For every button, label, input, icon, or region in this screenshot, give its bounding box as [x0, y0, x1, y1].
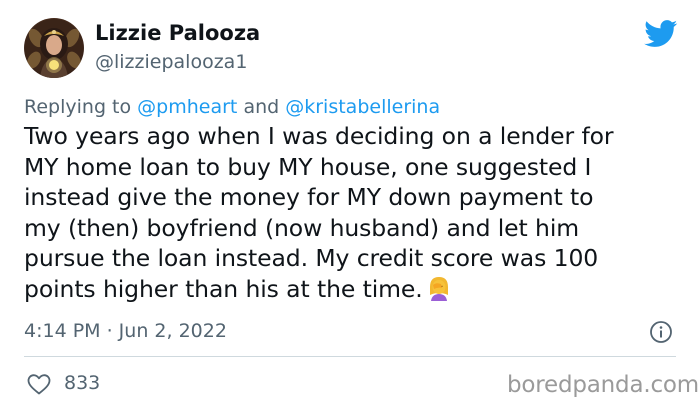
tweet-text-last-line: points higher than his at the time.	[24, 274, 684, 305]
display-name[interactable]: Lizzie Palooza	[95, 21, 260, 45]
profile-avatar-icon	[25, 19, 83, 78]
tweet-text-line: points higher than his at the time.	[24, 274, 423, 303]
tweet-text-line: instead give the money for MY down payme…	[24, 183, 594, 211]
tweet-timestamp[interactable]: 4:14 PM · Jun 2, 2022	[24, 320, 227, 342]
avatar[interactable]	[24, 18, 84, 78]
watermark-boredpanda: boredpanda.com	[507, 372, 699, 398]
tweet-text-line: my (then) boyfriend (now husband) and le…	[24, 213, 580, 242]
info-icon[interactable]	[649, 320, 673, 344]
heart-icon[interactable]	[26, 372, 52, 396]
reply-context: Replying to @pmheart and @kristabellerin…	[24, 96, 440, 118]
divider	[24, 356, 676, 357]
reply-prefix: Replying to	[24, 96, 132, 118]
user-handle[interactable]: @lizziepalooza1	[95, 51, 247, 73]
tweet-text-line: MY home loan to buy MY house, one sugges…	[24, 152, 592, 181]
tweet-card: Lizzie Palooza @lizziepalooza1 Replying …	[0, 0, 700, 410]
tweet-text: Two years ago when I was deciding on a l…	[24, 121, 684, 304]
like-count: 833	[64, 372, 101, 394]
tweet-text-line: pursue the loan instead. My credit score…	[24, 244, 599, 272]
woman-facepalming-emoji-icon	[429, 276, 448, 301]
mention-link-kristabellerina[interactable]: @kristabellerina	[285, 96, 440, 118]
reply-joiner: and	[243, 96, 280, 118]
tweet-text-line: Two years ago when I was deciding on a l…	[24, 122, 614, 150]
mention-link-pmheart[interactable]: @pmheart	[137, 96, 237, 118]
twitter-bird-icon[interactable]	[644, 20, 678, 48]
